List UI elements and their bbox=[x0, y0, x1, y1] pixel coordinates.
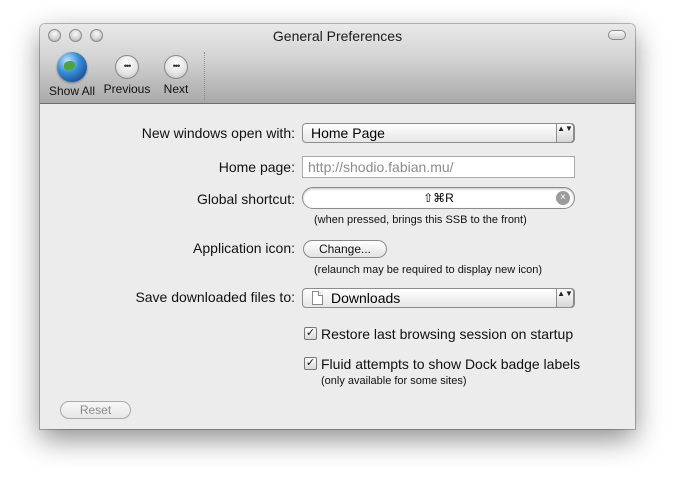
downloads-popup[interactable]: Downloads ▲▼ bbox=[302, 288, 575, 308]
global-shortcut-label: Global shortcut: bbox=[196, 191, 295, 207]
global-shortcut-hint: (when pressed, brings this SSB to the fr… bbox=[314, 214, 527, 226]
previous-icon: ••• bbox=[115, 55, 139, 79]
application-icon-label: Application icon: bbox=[193, 240, 295, 256]
dock-badge-hint: (only available for some sites) bbox=[321, 375, 467, 387]
home-page-input[interactable]: http://shodio.fabian.mu/ bbox=[302, 156, 575, 178]
preferences-window: General Preferences Show All ••• Previou… bbox=[40, 24, 635, 429]
toolbar-show-all-label: Show All bbox=[48, 84, 96, 98]
toolbar-previous-label: Previous bbox=[103, 82, 151, 96]
restore-session-label: Restore last browsing session on startup bbox=[321, 326, 574, 342]
downloads-label: Save downloaded files to: bbox=[135, 289, 295, 305]
change-icon-button[interactable]: Change... bbox=[303, 240, 387, 258]
globe-icon bbox=[57, 52, 87, 82]
home-page-label: Home page: bbox=[218, 159, 295, 175]
toolbar-next[interactable]: ••• Next bbox=[158, 52, 194, 96]
window-title: General Preferences bbox=[272, 28, 403, 44]
updown-arrows-icon: ▲▼ bbox=[556, 123, 574, 143]
global-shortcut-field[interactable]: ⇧⌘R × bbox=[302, 187, 575, 209]
dock-badge-label: Fluid attempts to show Dock badge labels bbox=[321, 356, 581, 372]
folder-icon bbox=[312, 291, 323, 305]
global-shortcut-value: ⇧⌘R bbox=[423, 191, 454, 205]
new-windows-value: Home Page bbox=[311, 125, 385, 141]
title-bar: General Preferences Show All ••• Previou… bbox=[40, 24, 635, 104]
application-icon-hint: (relaunch may be required to display new… bbox=[314, 264, 543, 276]
clear-icon[interactable]: × bbox=[556, 191, 570, 205]
updown-arrows-icon: ▲▼ bbox=[556, 288, 574, 308]
toolbar-next-label: Next bbox=[163, 82, 189, 96]
toolbar-separator bbox=[204, 52, 205, 100]
dock-badge-checkbox[interactable]: ✓ bbox=[304, 357, 317, 370]
toolbar-previous[interactable]: ••• Previous bbox=[103, 52, 151, 96]
downloads-value: Downloads bbox=[331, 290, 401, 306]
new-windows-label: New windows open with: bbox=[141, 125, 295, 141]
restore-session-checkbox[interactable]: ✓ bbox=[304, 327, 317, 340]
next-icon: ••• bbox=[164, 55, 188, 79]
new-windows-popup[interactable]: Home Page ▲▼ bbox=[302, 123, 575, 143]
toolbar-show-all[interactable]: Show All bbox=[46, 52, 98, 98]
reset-button[interactable]: Reset bbox=[60, 401, 131, 419]
toolbar-toggle-button[interactable] bbox=[608, 30, 626, 40]
